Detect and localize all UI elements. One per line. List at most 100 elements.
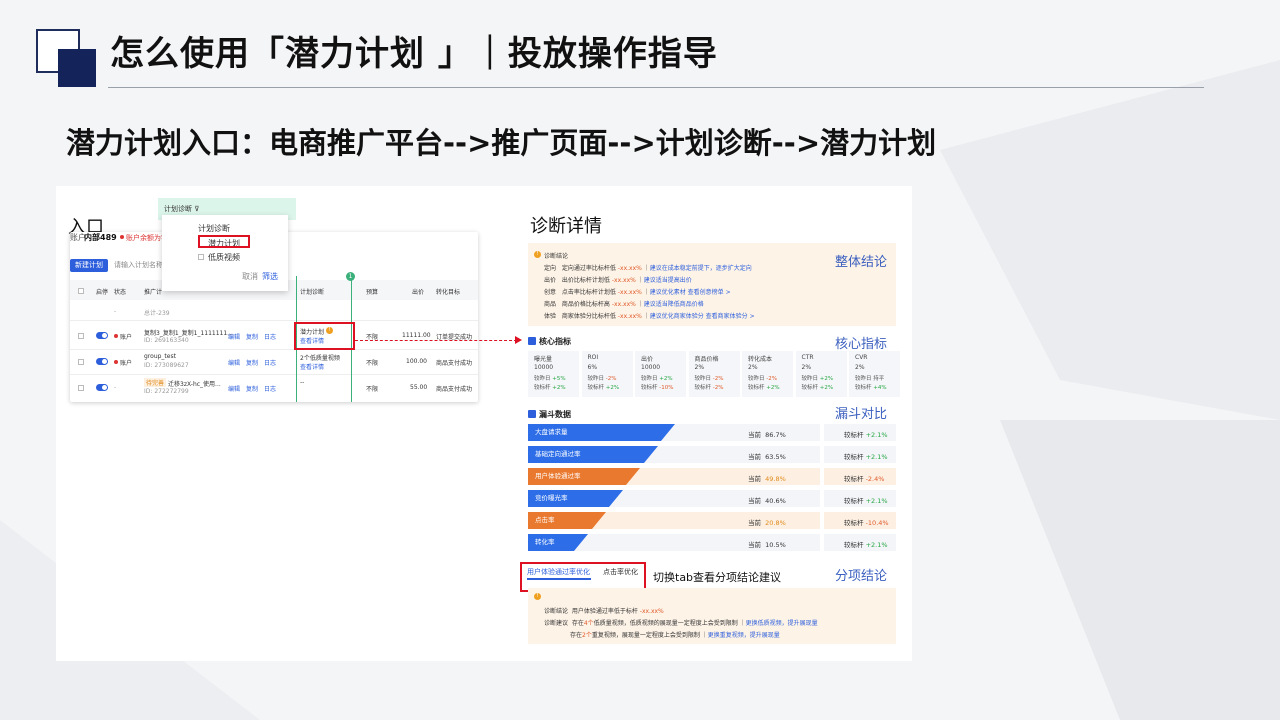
row-divider: [70, 320, 478, 321]
sub-conclusion-box: ! 诊断结论 用户体验通过率低于标杆 -xx.xx% 诊断建议 存在4个低质量视…: [528, 588, 896, 644]
metric-value: 2%: [801, 364, 812, 371]
metric-name: CVR: [855, 354, 868, 361]
metric-value: 2%: [855, 364, 865, 371]
logo-filled-square: [58, 49, 96, 87]
metric-card: 出价 10000 较昨日 +2% 较标杆 -10%: [635, 351, 686, 397]
sub-suggestion-row: 存在2个重复视频，展现量一定程度上会受到限制 ｜更换重复视频，提升展现量: [570, 632, 780, 639]
funnel-benchmark-value: 较标杆 +2.1%: [844, 453, 888, 461]
row-copy-link[interactable]: 复制: [246, 358, 258, 367]
slide-subtitle: 潜力计划入口：电商推广平台-->推广页面-->计划诊断-->潜力计划: [66, 126, 937, 160]
metric-card: CTR 2% 较昨日 +2% 较标杆 +2%: [795, 351, 847, 397]
metric-vs-yesterday: 较昨日 +5%: [534, 376, 566, 382]
metric-card: 转化成本 2% 较昨日 -2% 较标杆 +2%: [742, 351, 793, 397]
funnel-benchmark-value: 较标杆 +2.1%: [844, 497, 888, 505]
select-all-checkbox[interactable]: [78, 288, 84, 294]
pointer-arrow-line: [355, 340, 517, 341]
row-log-link[interactable]: 日志: [264, 332, 276, 341]
conclusion-warning-icon: !: [534, 251, 541, 258]
dropdown-cancel-button[interactable]: 取消: [242, 271, 258, 282]
plan-toggle[interactable]: [96, 332, 108, 339]
row-checkbox[interactable]: [78, 333, 84, 339]
core-metrics-icon: [528, 337, 536, 345]
metric-name: 商品价格: [694, 356, 719, 363]
row-divider: [70, 349, 478, 350]
metric-vs-yesterday: 较昨日 -2%: [748, 376, 777, 382]
col-toggle: 启停: [96, 289, 109, 296]
funnel-current-value: 当前 63.5%: [748, 453, 786, 461]
dropdown-item-low-quality[interactable]: 低质视频: [208, 252, 240, 263]
row-edit-link[interactable]: 编辑: [228, 332, 240, 341]
metric-name: 转化成本: [748, 356, 773, 363]
total-dash: -: [114, 308, 117, 315]
plan-toggle[interactable]: [96, 384, 108, 391]
funnel-bar: 大盘请求量: [528, 424, 675, 441]
row-plan-name[interactable]: 复制3_复制1_复制1_1111111...: [144, 328, 233, 337]
col-goal: 转化目标: [436, 289, 461, 296]
funnel-benchmark-value: 较标杆 +2.1%: [844, 541, 888, 549]
metric-value: 6%: [587, 364, 598, 371]
row-bid: 11111.00: [402, 332, 431, 339]
dropdown-item-checkbox[interactable]: [198, 254, 204, 260]
sub-conclusion-row: 诊断结论 用户体验通过率低于标杆 -xx.xx%: [544, 608, 664, 615]
funnel-current-value: 当前 86.7%: [748, 431, 786, 439]
row-log-link[interactable]: 日志: [264, 384, 276, 393]
diagnosis-filter-label[interactable]: 计划诊断 ⊽: [164, 204, 199, 214]
row-goal: 商品支付成功: [436, 360, 473, 367]
funnel-bar: 用户体验通过率: [528, 468, 640, 485]
sub-warning-icon: !: [534, 593, 541, 600]
row-budget: 不限: [366, 360, 379, 367]
funnel-current-value: 当前 49.8%: [748, 475, 786, 483]
row-checkbox[interactable]: [78, 359, 84, 365]
metric-vs-yesterday: 较昨日 -2%: [587, 376, 617, 382]
total-label: 总计-239: [144, 310, 170, 317]
metric-vs-yesterday: 较昨日 -2%: [694, 376, 724, 382]
pointer-arrow-head: [515, 336, 522, 344]
title-divider: [108, 87, 1204, 88]
metric-name: 曝光量: [534, 356, 553, 363]
metric-value: 10000: [534, 364, 554, 371]
new-plan-button[interactable]: 新建计划: [70, 259, 108, 272]
funnel-icon: [528, 410, 536, 418]
row-copy-link[interactable]: 复制: [246, 384, 258, 393]
row-bid: 55.00: [410, 384, 428, 391]
col-bid: 出价: [412, 289, 425, 296]
row-divider: [70, 374, 478, 375]
sub-suggestion-row: 诊断建议 存在4个低质量视频，低质视频的展现量一定程度上会受到限制 ｜更换低质视…: [544, 620, 818, 627]
row-status: 账户: [120, 360, 133, 367]
row-checkbox[interactable]: [78, 385, 84, 391]
diagnosis-count-badge: 1: [346, 272, 355, 281]
row-plan-id: ID: 273089627: [144, 362, 189, 369]
tab-switch-note: 切换tab查看分项结论建议: [653, 571, 782, 584]
metric-vs-yesterday: 较昨日 +2%: [641, 376, 673, 382]
row-plan-id: ID: 269163340: [144, 337, 189, 344]
metric-value: 2%: [748, 364, 758, 371]
funnel-list: 大盘请求量 当前 86.7% 较标杆 +2.1% 基础定向通过率 当前 63.5% 较标杆…: [528, 424, 896, 556]
status-dot-icon: [114, 334, 118, 338]
sub-conclusion-label: 分项结论: [835, 569, 888, 584]
tab-user-experience[interactable]: 用户体验通过率优化: [527, 567, 590, 577]
funnel-benchmark-value: 较标杆 +2.1%: [844, 431, 888, 439]
funnel-current-value: 当前 20.8%: [748, 519, 786, 527]
core-metrics-label: 核心指标: [835, 337, 888, 352]
row-goal: 商品支付成功: [436, 386, 473, 393]
row-edit-link[interactable]: 编辑: [228, 384, 240, 393]
dropdown-highlight-box: [198, 235, 250, 248]
row-log-link[interactable]: 日志: [264, 358, 276, 367]
funnel-benchmark-value: 较标杆 -10.4%: [844, 519, 889, 527]
plan-toggle[interactable]: [96, 358, 108, 365]
account-value: 内部489: [84, 233, 117, 242]
metric-vs-yesterday: 较昨日 +2%: [801, 376, 834, 382]
row-copy-link[interactable]: 复制: [246, 332, 258, 341]
screenshot-panel: 入口 账户 内部489 账户余额为零 新建计划 请输入计划名称 启停 状态 推广…: [56, 186, 912, 661]
row-plan-name[interactable]: 迁移3zX-hc_使用...: [168, 379, 221, 388]
row-status: 账户: [120, 334, 133, 341]
tab-ctr[interactable]: 点击率优化: [603, 567, 638, 577]
row-plan-name[interactable]: group_test: [144, 353, 176, 360]
row-edit-link[interactable]: 编辑: [228, 358, 240, 367]
dropdown-group-label: 计划诊断: [198, 224, 230, 233]
conclusion-row: 体验 商家体验分比标杆低 -xx.xx% ｜建议优化商家体验分 查看商家体验分 …: [544, 313, 755, 320]
core-metrics-heading: 核心指标: [539, 337, 571, 346]
funnel-heading: 漏斗数据: [539, 410, 571, 419]
diagnosis-detail-title: 诊断详情: [530, 216, 602, 237]
dropdown-filter-button[interactable]: 筛选: [262, 271, 278, 282]
